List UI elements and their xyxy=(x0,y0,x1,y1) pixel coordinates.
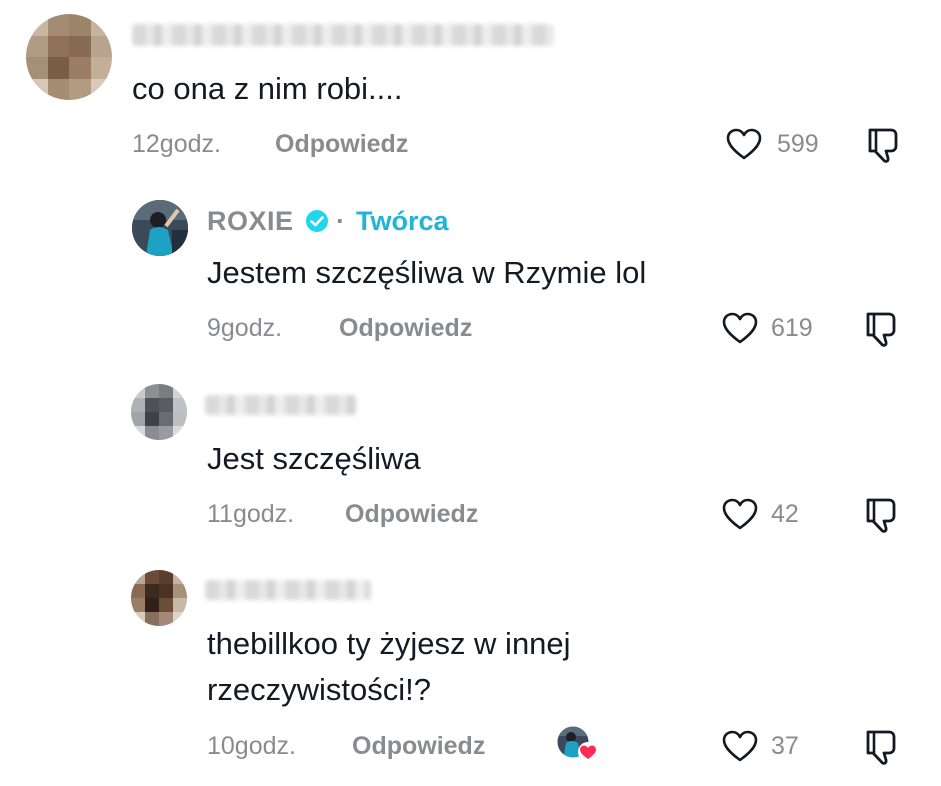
comment-time: 9godz. xyxy=(207,314,283,342)
avatar[interactable] xyxy=(131,570,187,626)
creator-username[interactable]: ROXIE xyxy=(207,205,294,237)
reply-button[interactable]: Odpowiedz xyxy=(339,313,472,343)
creator-avatar[interactable] xyxy=(132,200,188,256)
thumbs-down-icon[interactable] xyxy=(862,728,898,766)
comment-time: 12godz. xyxy=(132,130,221,158)
comment-time: 10godz. xyxy=(207,732,296,760)
thumbs-down-icon[interactable] xyxy=(862,496,898,534)
comment-time: 11godz. xyxy=(207,500,295,528)
like-count: 619 xyxy=(771,314,813,342)
creator-label: Twórca xyxy=(356,206,449,236)
avatar[interactable] xyxy=(131,384,187,440)
comment-text: co ona z nim robi.... xyxy=(132,71,403,106)
creator-liked-heart-icon xyxy=(556,725,598,762)
like-count: 42 xyxy=(771,500,799,528)
comment-text: Jestem szczęśliwa w Rzymie lol xyxy=(207,255,647,290)
avatar[interactable] xyxy=(26,14,112,100)
heart-outline-icon[interactable] xyxy=(721,729,759,763)
reply-button[interactable]: Odpowiedz xyxy=(275,129,408,159)
separator-dot: · xyxy=(336,206,345,236)
like-count: 37 xyxy=(771,732,799,760)
reply-button[interactable]: Odpowiedz xyxy=(345,499,478,529)
username-blurred[interactable] xyxy=(205,580,371,600)
thumbs-down-icon[interactable] xyxy=(862,310,898,348)
reply-button[interactable]: Odpowiedz xyxy=(352,731,485,761)
verified-badge-icon xyxy=(306,210,328,232)
avatar-blurred-image xyxy=(131,570,187,626)
comment-text-line-1: thebillkoo ty żyjesz w innej xyxy=(207,626,571,661)
heart-outline-icon[interactable] xyxy=(721,311,759,345)
comment-text: Jest szczęśliwa xyxy=(207,441,421,476)
creator-avatar-image xyxy=(132,200,188,256)
avatar-blurred-image xyxy=(26,14,112,100)
heart-outline-icon[interactable] xyxy=(721,497,759,531)
like-count: 599 xyxy=(777,130,819,158)
username-blurred[interactable] xyxy=(205,395,357,415)
comment-text-line-2: rzeczywistości!? xyxy=(207,672,431,707)
avatar-blurred-image xyxy=(131,384,187,440)
heart-outline-icon[interactable] xyxy=(725,127,763,161)
username-blurred[interactable] xyxy=(132,24,554,46)
thumbs-down-icon[interactable] xyxy=(864,126,900,164)
